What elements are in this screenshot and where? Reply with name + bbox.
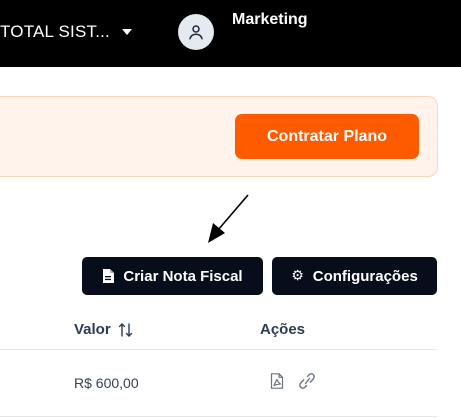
pdf-icon[interactable] xyxy=(270,373,284,389)
table-divider xyxy=(0,416,437,417)
table-divider xyxy=(0,349,437,350)
settings-label: Configurações xyxy=(312,267,418,285)
column-header-label: Ações xyxy=(260,321,306,338)
company-name: TOTAL SIST... xyxy=(0,22,110,41)
column-header-acoes: Ações xyxy=(260,321,305,338)
user-icon xyxy=(189,25,203,40)
gear-icon: ⚙ xyxy=(291,268,304,284)
hire-plan-button[interactable]: Contratar Plano xyxy=(235,114,419,159)
settings-button[interactable]: ⚙ Configurações xyxy=(272,257,437,295)
user-name: Marketing xyxy=(232,11,308,28)
document-icon xyxy=(103,269,115,283)
link-icon[interactable] xyxy=(298,373,316,389)
create-invoice-button[interactable]: Criar Nota Fiscal xyxy=(82,257,263,295)
annotation-arrow-icon xyxy=(208,194,249,243)
caret-down-icon xyxy=(121,29,132,35)
top-bar: TOTAL SIST... Marketing xyxy=(0,0,461,67)
column-header-valor[interactable]: Valor xyxy=(74,321,134,338)
avatar[interactable] xyxy=(178,14,214,50)
sort-icon[interactable] xyxy=(118,322,134,337)
column-header-label: Valor xyxy=(74,321,111,338)
row-actions xyxy=(270,373,316,389)
cell-valor: R$ 600,00 xyxy=(74,375,139,391)
create-invoice-label: Criar Nota Fiscal xyxy=(123,267,243,285)
company-selector[interactable]: TOTAL SIST... xyxy=(0,22,132,42)
